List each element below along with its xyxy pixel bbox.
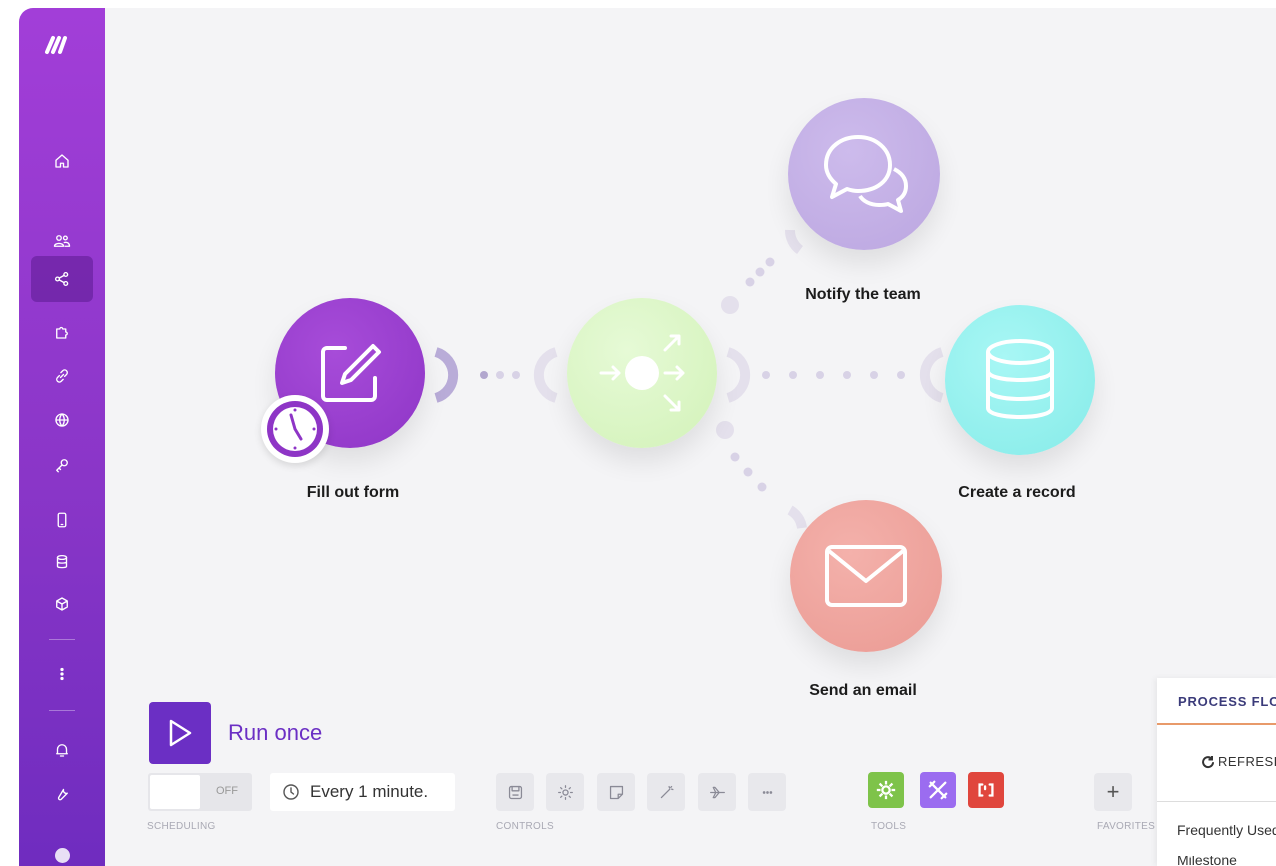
ellipsis-icon — [762, 790, 772, 794]
save-icon — [508, 785, 522, 799]
more-controls-button[interactable] — [748, 773, 786, 811]
scheduling-toggle[interactable]: OFF — [148, 773, 252, 811]
node-create-record[interactable] — [945, 305, 1095, 455]
node-label-record: Create a record — [958, 484, 1076, 501]
database-icon — [986, 339, 1054, 419]
toggle-state: OFF — [216, 785, 238, 797]
node-label-notify: Notify the team — [805, 286, 921, 303]
router-icon — [599, 334, 685, 412]
gear-icon — [876, 780, 896, 800]
schedule-clock-badge[interactable] — [261, 395, 329, 463]
explain-flow-button[interactable] — [698, 773, 736, 811]
refresh-icon — [1202, 755, 1214, 768]
home-icon[interactable] — [42, 145, 82, 177]
run-once-button[interactable] — [149, 702, 211, 764]
note-icon — [609, 785, 623, 799]
wrench-icon[interactable] — [42, 778, 82, 810]
refresh-button[interactable]: REFRESH — [1201, 754, 1276, 769]
favorites-label: FAVORITES — [1097, 821, 1156, 832]
mobile-icon[interactable] — [42, 504, 82, 536]
tools-label: TOOLS — [871, 821, 907, 832]
process-flow-panel: PROCESS FLOW REFRESH Frequently Used Mil… — [1157, 678, 1276, 866]
globe-icon[interactable] — [42, 404, 82, 436]
node-send-email[interactable] — [790, 500, 942, 652]
airplane-icon — [709, 786, 725, 798]
run-once-label[interactable]: Run once — [228, 720, 322, 746]
brackets-icon — [978, 783, 994, 797]
list-item-label: Milestone — [1177, 856, 1237, 866]
schedule-setting[interactable]: Every 1 minute. — [270, 773, 455, 811]
share-nodes-icon[interactable] — [31, 256, 93, 302]
node-router[interactable] — [567, 298, 717, 448]
frequently-used-heading: Frequently Used — [1177, 822, 1276, 838]
clock-icon — [267, 401, 323, 457]
settings-button[interactable] — [546, 773, 584, 811]
notes-button[interactable] — [597, 773, 635, 811]
flow-control-tool[interactable] — [868, 772, 904, 808]
sidebar-divider — [49, 639, 75, 640]
node-notify-team[interactable] — [788, 98, 940, 250]
controls-label: CONTROLS — [496, 821, 554, 832]
crossed-tools-icon — [928, 780, 948, 800]
scheduling-label: SCHEDULING — [147, 821, 216, 832]
link-icon[interactable] — [42, 360, 82, 392]
sidebar-divider — [49, 710, 75, 711]
node-label-email: Send an email — [809, 682, 917, 699]
schedule-text: Every 1 minute. — [310, 782, 429, 801]
magic-wand-icon — [660, 785, 674, 798]
clock-icon — [283, 784, 299, 800]
gear-icon — [557, 784, 573, 800]
database-icon[interactable] — [42, 546, 82, 578]
toggle-knob — [150, 775, 200, 809]
auto-align-button[interactable] — [647, 773, 685, 811]
make-logo[interactable] — [41, 30, 81, 58]
list-item[interactable]: Milestone — [1177, 856, 1237, 866]
panel-divider — [1157, 801, 1276, 802]
avatar[interactable] — [55, 848, 70, 863]
play-icon — [169, 719, 192, 747]
add-favorite-button[interactable]: + — [1094, 773, 1132, 811]
dots-vertical-icon[interactable] — [42, 658, 82, 690]
chat-bubbles-icon — [824, 135, 908, 213]
users-icon[interactable] — [42, 225, 82, 257]
save-button[interactable] — [496, 773, 534, 811]
puzzle-icon[interactable] — [42, 316, 82, 348]
active-tab-underline — [1157, 723, 1276, 725]
bell-icon[interactable] — [42, 734, 82, 766]
refresh-label: REFRESH — [1218, 754, 1276, 769]
tab-process-flow[interactable]: PROCESS FLOW — [1178, 694, 1276, 709]
tools-tool[interactable] — [920, 772, 956, 808]
sidebar — [19, 8, 105, 866]
envelope-icon — [825, 545, 907, 607]
node-label-form: Fill out form — [306, 484, 400, 501]
cube-icon[interactable] — [42, 588, 82, 620]
key-icon[interactable] — [42, 449, 82, 481]
text-parser-tool[interactable] — [968, 772, 1004, 808]
